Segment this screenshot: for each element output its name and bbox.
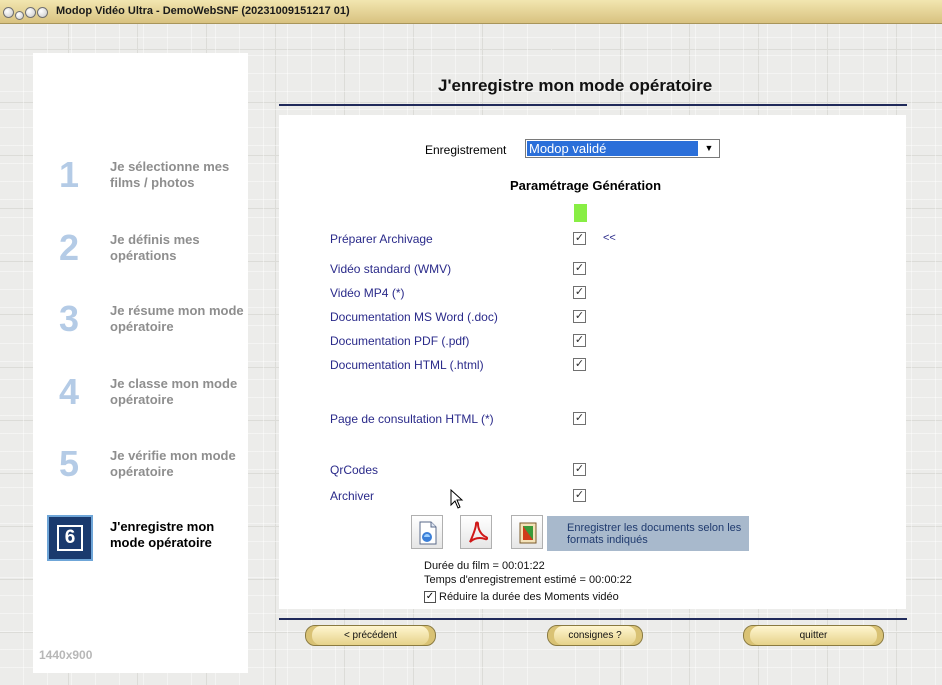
enregistrement-selected-value: Modop validé bbox=[527, 141, 698, 156]
html-format-icon[interactable] bbox=[511, 515, 543, 549]
step-5[interactable]: 5 Je vérifie mon mode opératoire bbox=[33, 444, 248, 494]
step-number: 4 bbox=[59, 371, 80, 412]
option-label: Documentation MS Word (.doc) bbox=[330, 310, 498, 324]
window-control-circle-icon[interactable] bbox=[15, 10, 24, 20]
chevron-down-icon[interactable]: ▼ bbox=[700, 141, 718, 156]
step-2[interactable]: 2 Je définis mes opérations bbox=[33, 228, 248, 278]
back-marker[interactable]: << bbox=[603, 232, 616, 244]
mouse-cursor-icon bbox=[450, 489, 464, 509]
option-label: QrCodes bbox=[330, 463, 379, 477]
step-number: 5 bbox=[59, 443, 80, 484]
step-1[interactable]: 1 Je sélectionne mes films / photos bbox=[33, 155, 248, 205]
step-label: J'enregistre mon mode opératoire bbox=[110, 519, 215, 550]
film-duration: Durée du film = 00:01:22 bbox=[424, 560, 545, 572]
reduce-moments-label: Réduire la durée des Moments vidéo bbox=[439, 591, 619, 603]
option-checkbox[interactable]: ✓ bbox=[573, 334, 586, 347]
word-doc-format-icon[interactable] bbox=[411, 515, 443, 549]
option-checkbox[interactable]: ✓ bbox=[573, 286, 586, 299]
save-documents-button[interactable]: Enregistrer les documents selon les form… bbox=[547, 516, 749, 551]
steps-sidebar: 1 Je sélectionne mes films / photos 2 Je… bbox=[33, 53, 248, 673]
option-checkbox[interactable]: ✓ bbox=[573, 463, 586, 476]
reduce-moments-checkbox[interactable]: ✓ bbox=[424, 591, 436, 603]
step-label: Je résume mon mode opératoire bbox=[110, 303, 244, 334]
option-label: Archiver bbox=[330, 489, 375, 503]
option-label: Documentation HTML (.html) bbox=[330, 358, 484, 372]
window-titlebar: Modop Vidéo Ultra - DemoWebSNF (20231009… bbox=[0, 0, 942, 24]
step-label: Je sélectionne mes films / photos bbox=[110, 159, 230, 190]
enregistrement-select[interactable]: Modop validé ▼ bbox=[525, 139, 720, 158]
option-label: Vidéo standard (WMV) bbox=[330, 262, 452, 276]
step-6-active[interactable]: 6 J'enregistre mon mode opératoire bbox=[33, 515, 248, 565]
option-checkbox[interactable]: ✓ bbox=[573, 412, 586, 425]
step-label: Je définis mes opérations bbox=[110, 232, 200, 263]
window-title: Modop Vidéo Ultra - DemoWebSNF (20231009… bbox=[56, 5, 350, 17]
step-number: 2 bbox=[59, 227, 80, 268]
title-divider bbox=[279, 104, 907, 106]
option-checkbox[interactable]: ✓ bbox=[573, 232, 586, 245]
option-checkbox[interactable]: ✓ bbox=[573, 358, 586, 371]
option-label: Vidéo MP4 (*) bbox=[330, 286, 405, 300]
option-checkbox[interactable]: ✓ bbox=[573, 489, 586, 502]
main-panel: Enregistrement Modop validé ▼ Paramétrag… bbox=[279, 115, 906, 609]
step-label: Je classe mon mode opératoire bbox=[110, 376, 238, 407]
step-3[interactable]: 3 Je résume mon mode opératoire bbox=[33, 299, 248, 349]
window-control-circle-icon[interactable] bbox=[3, 6, 14, 18]
option-label: Documentation PDF (.pdf) bbox=[330, 334, 470, 348]
option-label: Préparer Archivage bbox=[330, 232, 433, 246]
option-label: Page de consultation HTML (*) bbox=[330, 412, 494, 426]
option-checkbox[interactable]: ✓ bbox=[573, 310, 586, 323]
bottom-divider bbox=[279, 618, 907, 620]
window-controls bbox=[3, 3, 48, 21]
step-6-badge-icon: 6 bbox=[47, 515, 93, 561]
pdf-format-icon[interactable] bbox=[460, 515, 492, 549]
status-marker bbox=[574, 204, 587, 222]
quit-button[interactable]: quitter bbox=[743, 625, 884, 646]
step-label: Je vérifie mon mode opératoire bbox=[110, 448, 236, 479]
section-title: Paramétrage Génération bbox=[510, 178, 662, 193]
resolution-label: 1440x900 bbox=[39, 648, 93, 662]
previous-button[interactable]: < précédent bbox=[305, 625, 436, 646]
step-number: 1 bbox=[59, 154, 80, 195]
step-number: 3 bbox=[59, 298, 80, 339]
enregistrement-label: Enregistrement bbox=[425, 143, 507, 157]
page-title: J'enregistre mon mode opératoire bbox=[438, 76, 713, 95]
estimated-save-time: Temps d'enregistrement estimé = 00:00:22 bbox=[424, 574, 632, 586]
step-number: 6 bbox=[57, 525, 83, 551]
window-control-circle-icon[interactable] bbox=[25, 6, 36, 18]
option-checkbox[interactable]: ✓ bbox=[573, 262, 586, 275]
step-4[interactable]: 4 Je classe mon mode opératoire bbox=[33, 372, 248, 422]
consignes-button[interactable]: consignes ? bbox=[547, 625, 643, 646]
window-control-circle-icon[interactable] bbox=[37, 6, 48, 18]
